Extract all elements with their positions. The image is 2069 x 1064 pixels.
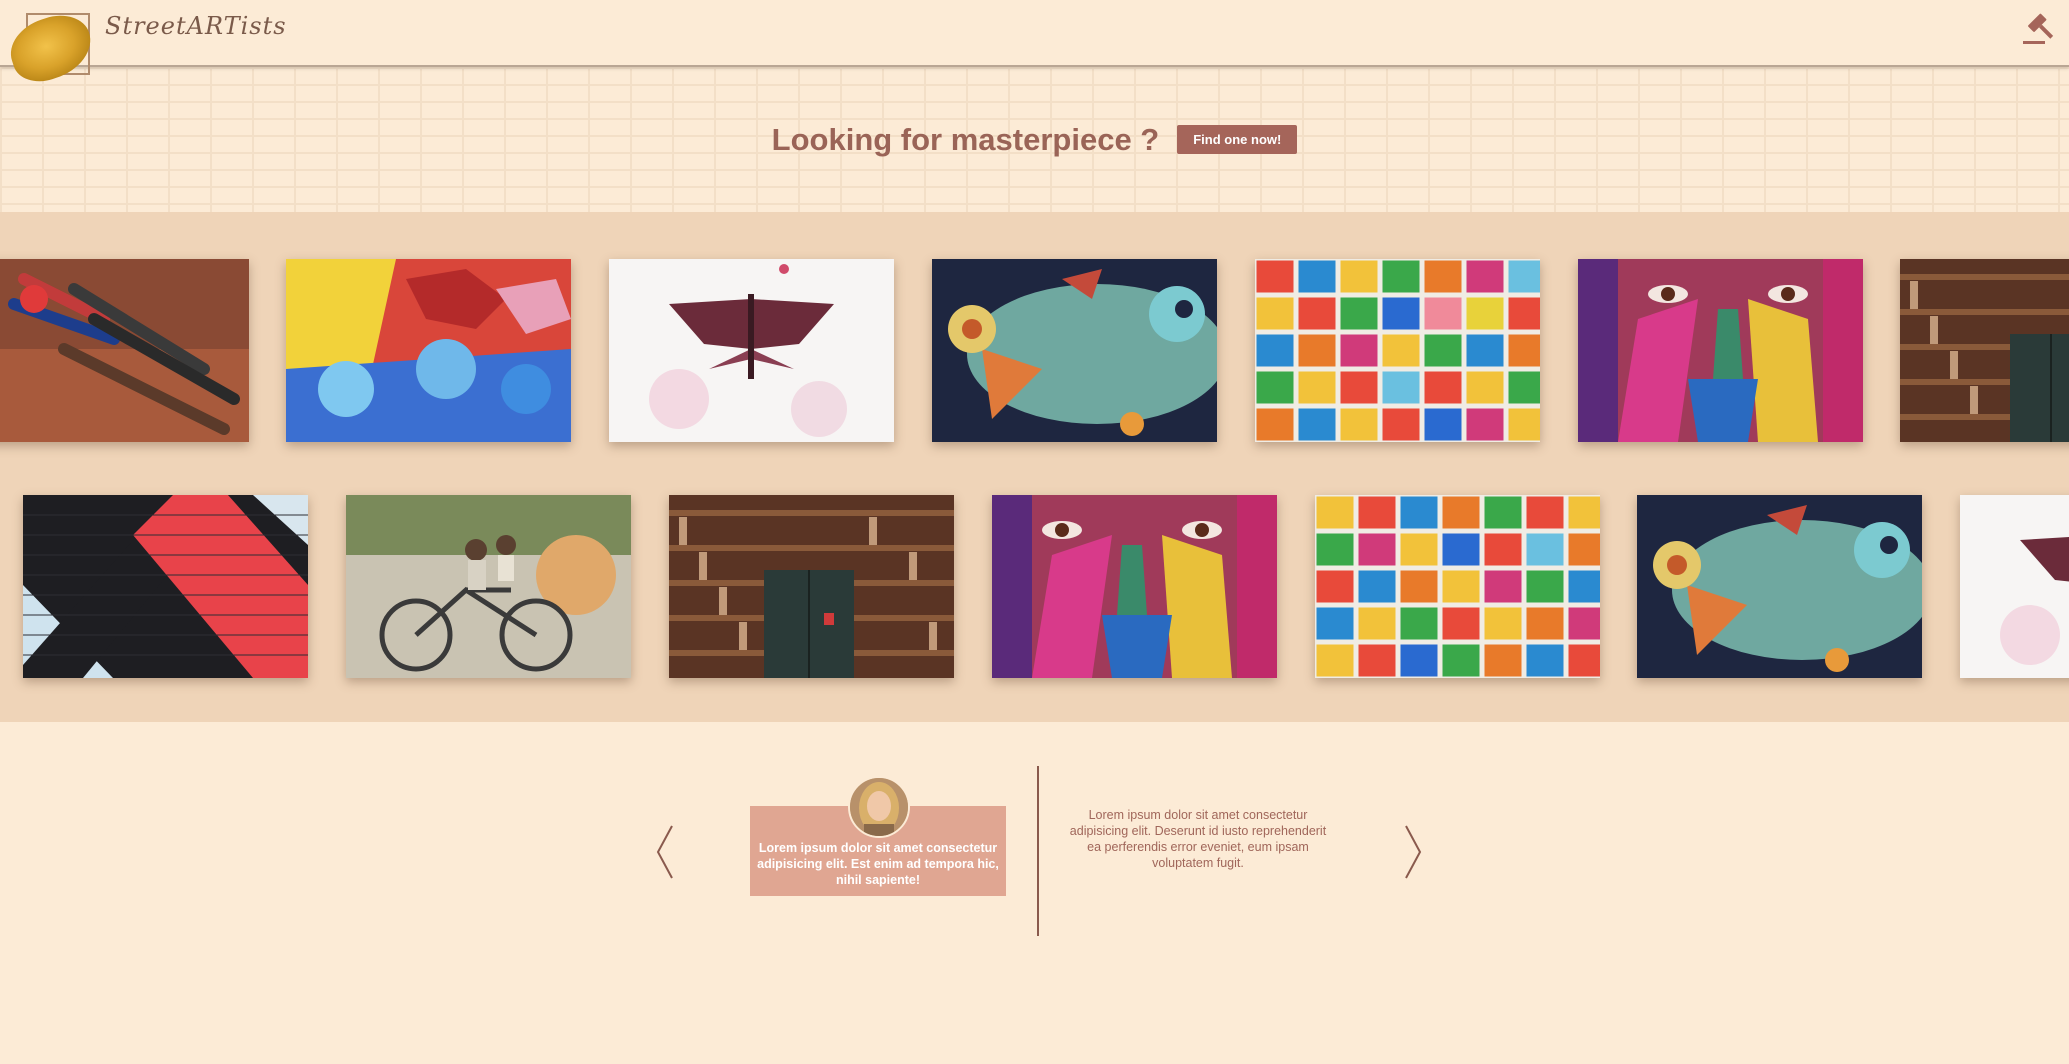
artwork-paint-brushes[interactable] <box>0 259 249 442</box>
gallery-row-1 <box>0 259 2069 442</box>
gavel-icon[interactable] <box>2019 12 2055 46</box>
artwork-painted-face[interactable] <box>1578 259 1863 442</box>
chevron-right-icon[interactable] <box>1400 822 1424 882</box>
find-one-button[interactable]: Find one now! <box>1177 125 1298 154</box>
testimonial-divider <box>1037 766 1039 936</box>
testimonial-avatar <box>848 776 910 838</box>
site-header: StreetARTists <box>0 0 2069 90</box>
testimonial-quote-active: Lorem ipsum dolor sit amet consectetur a… <box>757 841 999 887</box>
hero-banner: Looking for masterpiece ? Find one now! <box>0 67 2069 212</box>
logo[interactable] <box>2 6 100 90</box>
artwork-kids-on-bicycle-mural[interactable] <box>346 495 631 678</box>
artwork-tile-mosaic[interactable] <box>1315 495 1600 678</box>
chevron-left-icon[interactable] <box>654 822 678 882</box>
artwork-bookshelf-door[interactable] <box>669 495 954 678</box>
artwork-gallery <box>0 212 2069 722</box>
artwork-moth-watercolor[interactable] <box>1960 495 2069 678</box>
artwork-bookshelf-door[interactable] <box>1900 259 2069 442</box>
hero-title: Looking for masterpiece ? <box>771 121 1160 157</box>
artwork-striped-brick-wall[interactable] <box>23 495 308 678</box>
artwork-moth-watercolor[interactable] <box>609 259 894 442</box>
gallery-row-2 <box>0 495 2069 678</box>
artwork-graffiti-mural[interactable] <box>286 259 571 442</box>
testimonial-quote-secondary: Lorem ipsum dolor sit amet consectetur a… <box>1069 808 1327 870</box>
artwork-fish-mosaic[interactable] <box>1637 495 1922 678</box>
brand-name[interactable]: StreetARTists <box>105 12 287 40</box>
testimonials-section: Lorem ipsum dolor sit amet consectetur a… <box>0 722 2069 1064</box>
artwork-tile-mosaic[interactable] <box>1255 259 1540 442</box>
artwork-fish-mosaic[interactable] <box>932 259 1217 442</box>
artwork-painted-face[interactable] <box>992 495 1277 678</box>
